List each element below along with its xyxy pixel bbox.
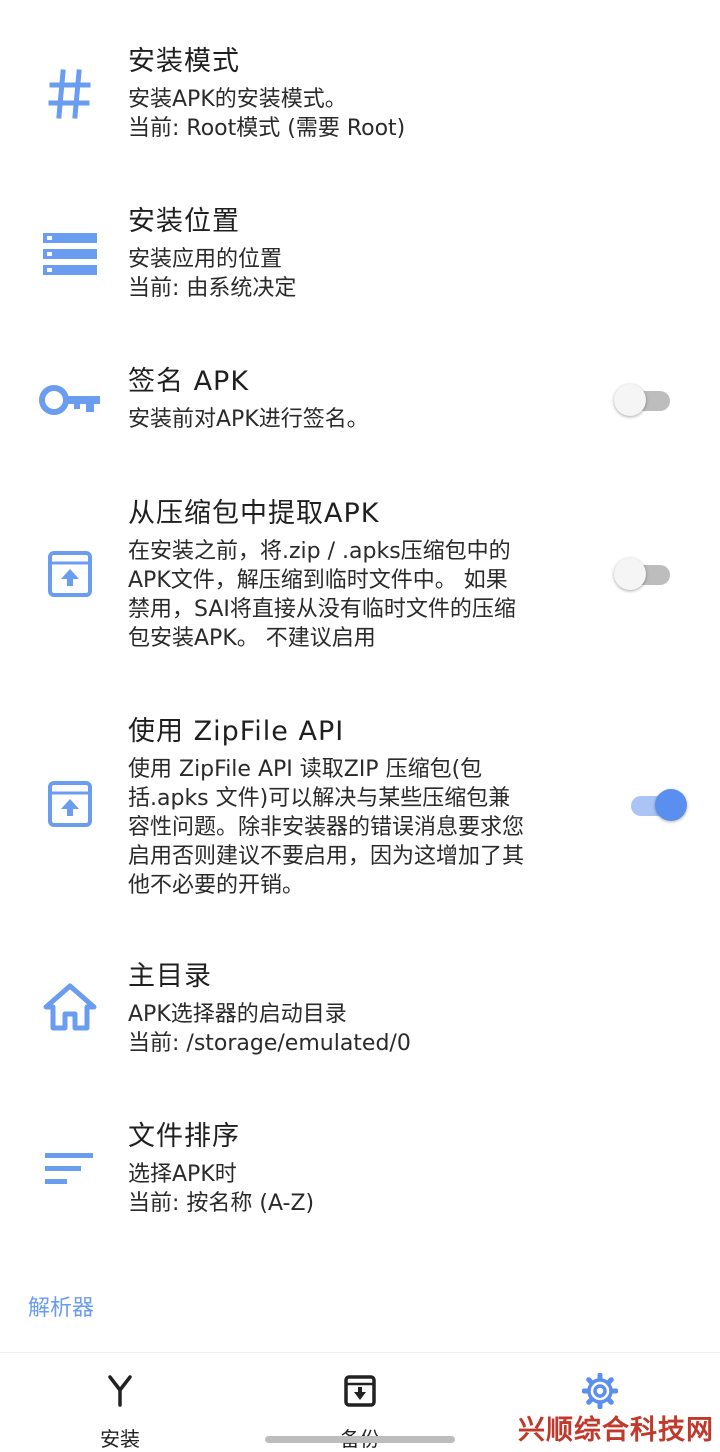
pref-summary: 使用 ZipFile API 读取ZIP 压缩包(包 括.apks 文件)可以解决… (128, 757, 525, 898)
pref-install-location[interactable]: 安装位置 安装应用的位置 当前: 由系统决定 (0, 200, 720, 340)
hash-icon (38, 62, 102, 126)
pref-title: 文件排序 (128, 1121, 240, 1152)
watermark: 兴顺综合科技网 (518, 1408, 714, 1447)
pref-extract-archive[interactable]: 从压缩包中提取APK 在安装之前，将.zip / .apks压缩包中的 APK文件… (0, 492, 720, 672)
sort-icon (38, 1137, 102, 1201)
pref-file-sort[interactable]: 文件排序 选择APK时 当前: 按名称 (A-Z) (0, 1115, 720, 1255)
pref-summary: 安装应用的位置 当前: 由系统决定 (128, 247, 297, 301)
pref-zipfile-api[interactable]: 使用 ZipFile API 使用 ZipFile API 读取ZIP 压缩包(… (0, 710, 720, 910)
zipfile-api-toggle[interactable] (627, 784, 687, 824)
nav-install[interactable]: 安装 (30, 1353, 210, 1452)
pref-summary: APK选择器的启动目录 当前: /storage/emulated/0 (128, 1002, 411, 1056)
pref-summary: 安装APK的安装模式。 当前: Root模式 (需要 Root) (128, 87, 406, 141)
pref-title: 签名 APK (128, 366, 250, 397)
pref-summary: 选择APK时 当前: 按名称 (A-Z) (128, 1162, 315, 1216)
section-header-parser: 解析器 (28, 1296, 95, 1321)
gesture-bar[interactable] (265, 1436, 455, 1443)
extract-archive-toggle[interactable] (614, 553, 674, 593)
archive-upload-icon (38, 772, 102, 836)
pref-sign-apk[interactable]: 签名 APK 安装前对APK进行签名。 (0, 360, 720, 470)
pref-home-directory[interactable]: 主目录 APK选择器的启动目录 当前: /storage/emulated/0 (0, 955, 720, 1095)
archive-upload-icon (38, 542, 102, 606)
nav-label: 安装 (100, 1427, 140, 1451)
key-icon (38, 368, 102, 432)
pref-install-mode[interactable]: 安装模式 安装APK的安装模式。 当前: Root模式 (需要 Root) (0, 40, 720, 180)
pref-summary: 在安装之前，将.zip / .apks压缩包中的 APK文件，解压缩到临时文件中。… (128, 539, 516, 651)
storage-icon (38, 222, 102, 286)
pref-title: 安装模式 (128, 46, 240, 77)
pref-title: 使用 ZipFile API (128, 716, 345, 747)
settings-icon (580, 1371, 620, 1411)
home-icon (38, 975, 102, 1039)
watermark-text: 兴顺综合科技网 (518, 1415, 714, 1446)
pref-title: 从压缩包中提取APK (128, 498, 380, 529)
pref-title: 安装位置 (128, 206, 240, 237)
install-icon (100, 1371, 140, 1411)
sign-apk-toggle[interactable] (614, 379, 674, 419)
pref-title: 主目录 (128, 961, 212, 992)
backup-icon (340, 1371, 380, 1411)
pref-summary: 安装前对APK进行签名。 (128, 407, 369, 432)
